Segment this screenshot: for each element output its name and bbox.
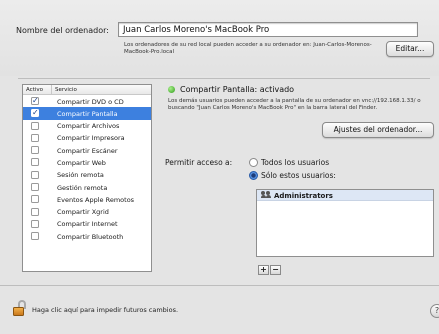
header-on: Activo — [26, 87, 43, 93]
service-checkbox[interactable] — [31, 232, 39, 241]
radio-all-users[interactable] — [249, 158, 258, 167]
service-row[interactable]: Compartir Xgrid — [23, 206, 151, 218]
computer-name-label: Nombre del ordenador: — [16, 26, 109, 35]
radio-these-users[interactable] — [249, 171, 258, 180]
lock-icon[interactable] — [13, 300, 27, 316]
edit-button[interactable]: Editar... — [386, 41, 434, 57]
status-indicator-icon — [168, 86, 175, 93]
service-row[interactable]: Sesión remota — [23, 169, 151, 181]
service-list[interactable]: Activo Servicio ✓ Compartir DVD o CD ✓ Comp… — [22, 84, 152, 272]
service-label: Compartir DVD o CD — [57, 97, 124, 106]
service-label: Compartir Bluetooth — [57, 232, 124, 241]
service-checkbox[interactable] — [31, 158, 39, 167]
service-label: Compartir Internet — [57, 220, 118, 229]
add-user-button[interactable]: + — [258, 265, 269, 275]
service-label: Compartir Archivos — [57, 122, 120, 131]
service-label: Compartir Impresora — [57, 134, 125, 143]
computer-name-help: Los ordenadores de su red local pueden a… — [124, 42, 372, 55]
service-list-header: Activo Servicio — [23, 85, 151, 95]
service-row[interactable]: Compartir Impresora — [23, 132, 151, 144]
computer-name-field[interactable]: Juan Carlos Moreno's MacBook Pro — [118, 22, 418, 37]
service-label: Eventos Apple Remotos — [57, 195, 135, 204]
header-service: Servicio — [51, 85, 77, 94]
footer-divider — [0, 285, 439, 286]
service-row[interactable]: Compartir Archivos — [23, 120, 151, 132]
service-label: Compartir Escáner — [57, 146, 118, 155]
computer-settings-button[interactable]: Ajustes del ordenador... — [322, 122, 434, 138]
service-row[interactable]: Compartir Internet — [23, 218, 151, 230]
service-checkbox[interactable] — [31, 170, 39, 179]
service-row[interactable]: Eventos Apple Remotos — [23, 193, 151, 205]
service-checkbox[interactable] — [31, 195, 39, 204]
computer-name-section — [0, 0, 439, 76]
service-rows: ✓ Compartir DVD o CD ✓ Compartir Pantalla Co… — [23, 95, 151, 243]
divider — [18, 78, 430, 79]
radio-these-users-label[interactable]: Sólo estos usuarios: — [261, 171, 336, 180]
service-label: Compartir Xgrid — [57, 208, 109, 217]
service-status: Compartir Pantalla: activado — [180, 85, 295, 94]
service-label: Sesión remota — [57, 171, 104, 180]
service-row[interactable]: ✓ Compartir DVD o CD — [23, 95, 151, 107]
lock-text[interactable]: Haga clic aquí para impedir futuros camb… — [32, 306, 178, 314]
service-checkbox[interactable] — [31, 183, 39, 192]
allow-access-label: Permitir acceso a: — [165, 158, 233, 167]
service-checkbox[interactable]: ✓ — [31, 109, 39, 118]
user-row-label: Administrators — [274, 192, 333, 200]
service-description: Los demás usuarios pueden acceder a la p… — [168, 98, 421, 111]
service-label: Compartir Pantalla — [57, 109, 118, 118]
service-row[interactable]: ✓ Compartir Pantalla — [23, 107, 151, 120]
radio-all-users-label[interactable]: Todos los usuarios — [261, 158, 329, 167]
service-checkbox[interactable] — [31, 146, 39, 155]
service-label: Gestión remota — [57, 183, 108, 192]
service-checkbox[interactable] — [31, 219, 39, 228]
help-button[interactable]: ? — [430, 304, 439, 318]
service-checkbox[interactable] — [31, 121, 39, 130]
service-label: Compartir Web — [57, 158, 106, 167]
group-icon — [261, 191, 271, 199]
service-row[interactable]: Compartir Escáner — [23, 144, 151, 156]
service-row[interactable]: Compartir Web — [23, 156, 151, 168]
user-row-administrators[interactable]: Administrators — [257, 190, 433, 201]
service-checkbox[interactable] — [31, 133, 39, 142]
allowed-users-list[interactable]: Administrators — [256, 189, 434, 257]
service-checkbox[interactable] — [31, 207, 39, 216]
service-row[interactable]: Gestión remota — [23, 181, 151, 193]
remove-user-button[interactable]: − — [270, 265, 281, 275]
service-checkbox[interactable]: ✓ — [31, 97, 39, 105]
service-row[interactable]: Compartir Bluetooth — [23, 230, 151, 242]
